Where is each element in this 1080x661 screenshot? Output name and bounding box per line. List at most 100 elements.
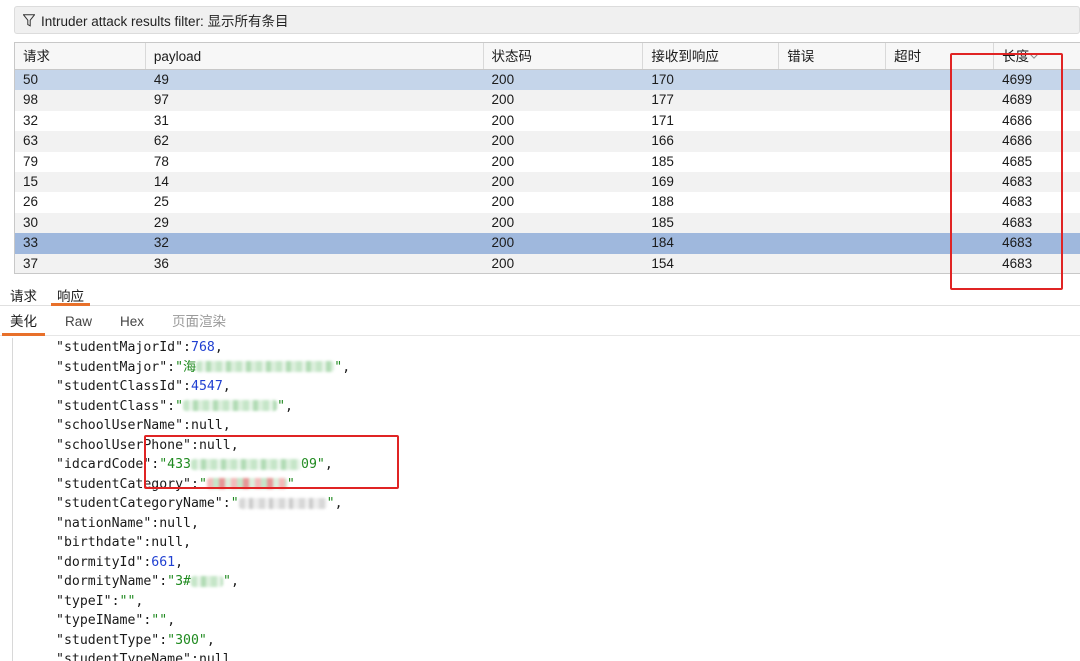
cell-request: 37: [23, 255, 39, 271]
table-row[interactable]: 32 31 200 171 4686: [15, 111, 1080, 131]
cell-request: 33: [23, 235, 39, 251]
cell-response-received: 170: [651, 72, 674, 87]
cell-error: [779, 254, 886, 273]
cell-payload: 29: [153, 214, 169, 230]
cell-payload: 25: [153, 194, 169, 210]
results-filter-bar[interactable]: Intruder attack results filter: 显示所有条目: [14, 6, 1080, 34]
json-line: "studentType":"300",: [56, 632, 215, 648]
table-row[interactable]: 33 32 200 184 4683: [15, 233, 1080, 254]
cell-payload: 49: [153, 72, 169, 87]
json-line: "studentMajor":"海 ",: [56, 359, 351, 375]
table-row[interactable]: 37 36 200 154 4683: [15, 253, 1080, 273]
cell-status: 200: [491, 255, 515, 271]
cell-payload: 97: [153, 92, 169, 108]
cell-status: 200: [491, 235, 515, 251]
table-row[interactable]: 26 25 200 188 4683: [15, 192, 1080, 212]
cell-response-received: 166: [651, 133, 674, 149]
cell-request: 30: [23, 214, 39, 230]
results-table[interactable]: 请求 payload 状态码 接收到响应 错误 超时 长度 50 49 200 …: [14, 42, 1080, 274]
indent-guide: [12, 338, 13, 661]
cell-request: 26: [23, 194, 39, 210]
column-header-error[interactable]: 错误: [779, 43, 887, 69]
cell-request: 79: [23, 153, 39, 169]
tab-response[interactable]: 响应: [47, 282, 94, 306]
cell-error: [779, 152, 886, 172]
table-row[interactable]: 50 49 200 170 4699: [15, 70, 1080, 91]
cell-payload: 31: [153, 112, 169, 128]
idcard-highlight: [144, 435, 399, 489]
cell-response-received: 188: [651, 194, 674, 210]
response-format-tabs: 美化 Raw Hex 页面渲染: [0, 308, 1080, 336]
table-row[interactable]: 30 29 200 185 4683: [15, 212, 1080, 234]
cell-status: 200: [491, 153, 515, 169]
cell-status: 200: [491, 194, 515, 210]
cell-response-received: 185: [651, 153, 674, 169]
table-row[interactable]: 15 14 200 169 4683: [15, 171, 1080, 193]
tab-pretty[interactable]: 美化: [0, 308, 47, 336]
cell-payload: 78: [153, 153, 169, 169]
cell-request: 32: [23, 112, 39, 128]
json-line: "typeI":"",: [56, 593, 144, 609]
cell-payload: 32: [153, 235, 169, 251]
cell-status: 200: [491, 133, 515, 149]
json-line: "studentClassId":4547,: [56, 379, 231, 394]
tab-raw[interactable]: Raw: [55, 308, 102, 336]
redacted-text: [191, 575, 223, 587]
cell-status: 200: [491, 92, 515, 108]
cell-request: 15: [23, 173, 39, 189]
cell-response-received: 169: [651, 173, 674, 189]
filter-label: Intruder attack results filter: 显示所有条目: [41, 14, 289, 29]
cell-status: 200: [491, 72, 515, 87]
cell-request: 63: [23, 133, 39, 149]
table-body: 50 49 200 170 4699 98 97 200 177 4689 32…: [15, 70, 1080, 273]
response-body-viewer[interactable]: "studentMajorId":768, "studentMajor":"海 "…: [0, 338, 1080, 661]
cell-error: [779, 111, 886, 131]
cell-error: [779, 213, 886, 233]
length-column-highlight: [950, 53, 1063, 290]
cell-response-received: 171: [651, 112, 674, 128]
cell-error: [779, 172, 886, 192]
column-header-status[interactable]: 状态码: [484, 43, 644, 69]
cell-payload: 14: [153, 173, 169, 189]
cell-error: [779, 192, 886, 212]
cell-response-received: 154: [651, 255, 674, 271]
table-row[interactable]: 63 62 200 166 4686: [15, 131, 1080, 152]
json-line: "birthdate":null,: [56, 535, 192, 550]
json-line: "studentCategoryName":" ",: [56, 496, 343, 511]
cell-status: 200: [491, 214, 515, 230]
json-line: "typeIName":"",: [56, 613, 176, 628]
cell-response-received: 184: [651, 235, 674, 251]
column-header-request[interactable]: 请求: [15, 43, 146, 69]
column-header-payload[interactable]: payload: [146, 43, 484, 69]
cell-error: [779, 131, 886, 151]
cell-error: [779, 90, 886, 110]
cell-status: 200: [491, 112, 515, 128]
redacted-text: [183, 400, 278, 411]
cell-response-received: 177: [651, 92, 674, 108]
cell-payload: 36: [153, 255, 169, 271]
json-line: "schoolUserName":null,: [56, 418, 231, 433]
json-line: "studentTypeName":null,: [56, 652, 239, 661]
cell-error: [779, 233, 886, 253]
tab-render[interactable]: 页面渲染: [162, 308, 236, 336]
cell-status: 200: [491, 173, 515, 189]
filter-icon: [23, 13, 35, 27]
redacted-text: [238, 497, 327, 509]
json-line: "studentMajorId":768,: [56, 340, 223, 355]
table-row[interactable]: 79 78 200 185 4685: [15, 152, 1080, 172]
request-response-tabs: 请求 响应: [0, 282, 1080, 306]
json-line: "dormityName":"3# ",: [56, 574, 239, 589]
column-header-response-received[interactable]: 接收到响应: [643, 43, 780, 69]
cell-response-received: 185: [651, 214, 674, 230]
table-row[interactable]: 98 97 200 177 4689: [15, 90, 1080, 111]
json-line: "nationName":null,: [56, 515, 199, 531]
tab-request[interactable]: 请求: [0, 282, 47, 305]
cell-request: 50: [23, 72, 39, 87]
table-header: 请求 payload 状态码 接收到响应 错误 超时 长度: [15, 43, 1080, 70]
json-line: "studentClass":" ",: [56, 398, 293, 414]
cell-request: 98: [23, 92, 39, 108]
tab-hex[interactable]: Hex: [110, 308, 154, 336]
json-line: "dormityId":661,: [56, 554, 184, 570]
cell-payload: 62: [153, 133, 169, 149]
cell-error: [779, 70, 886, 90]
